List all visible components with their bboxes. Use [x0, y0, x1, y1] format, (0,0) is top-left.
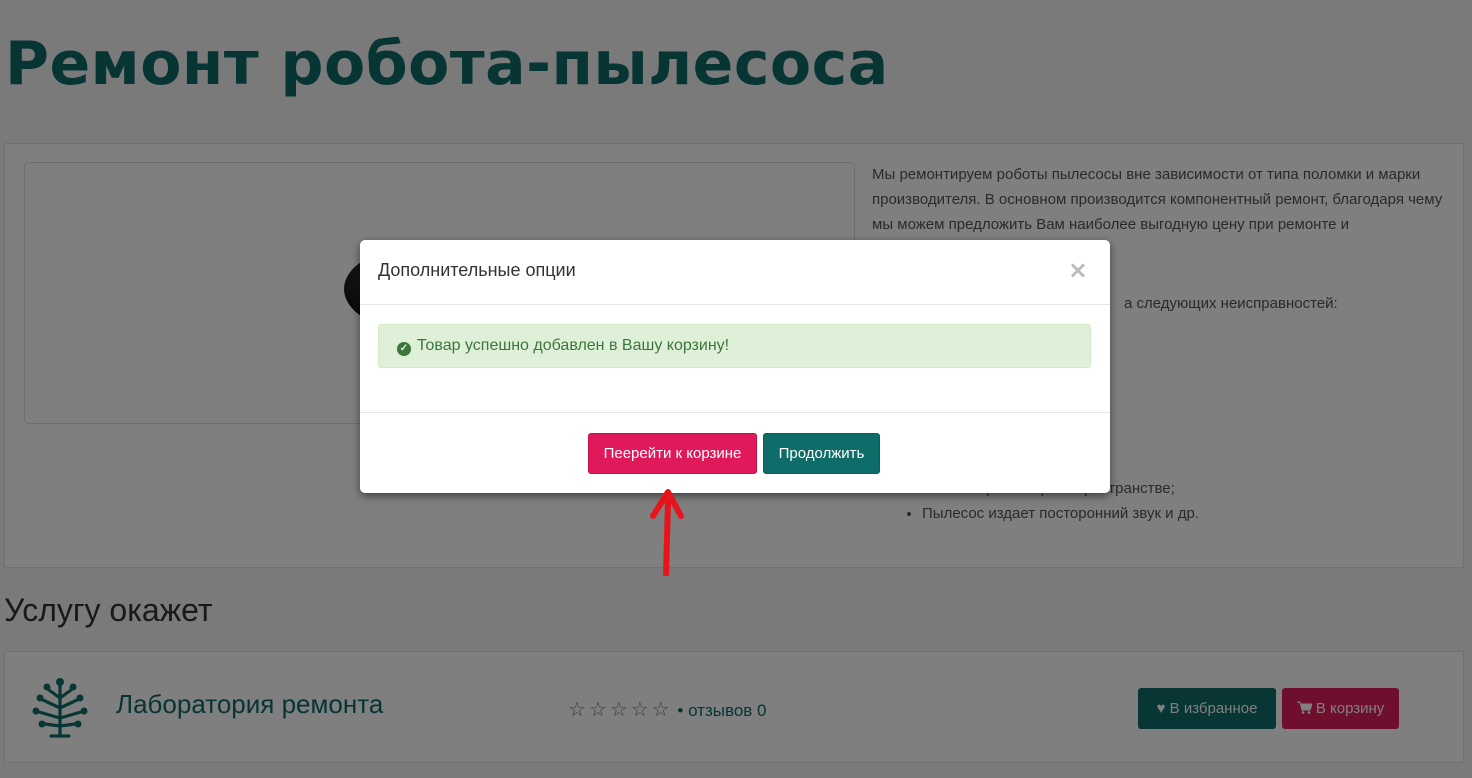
modal-footer: Пеерейти к корзине Продолжить	[360, 412, 1110, 494]
close-icon[interactable]: ×	[1068, 258, 1088, 282]
modal-title: Дополнительные опции	[378, 260, 576, 280]
check-circle-icon: ✓	[397, 342, 411, 356]
options-modal: Дополнительные опции × ✓ Товар успешно до…	[360, 240, 1110, 493]
success-alert: ✓ Товар успешно добавлен в Вашу корзину!	[378, 324, 1091, 368]
alert-text: Товар успешно добавлен в Вашу корзину!	[417, 337, 730, 354]
modal-header: Дополнительные опции ×	[360, 240, 1110, 305]
continue-button[interactable]: Продолжить	[763, 433, 880, 474]
go-to-cart-button[interactable]: Пеерейти к корзине	[588, 433, 757, 474]
annotation-arrow-icon	[650, 489, 684, 576]
